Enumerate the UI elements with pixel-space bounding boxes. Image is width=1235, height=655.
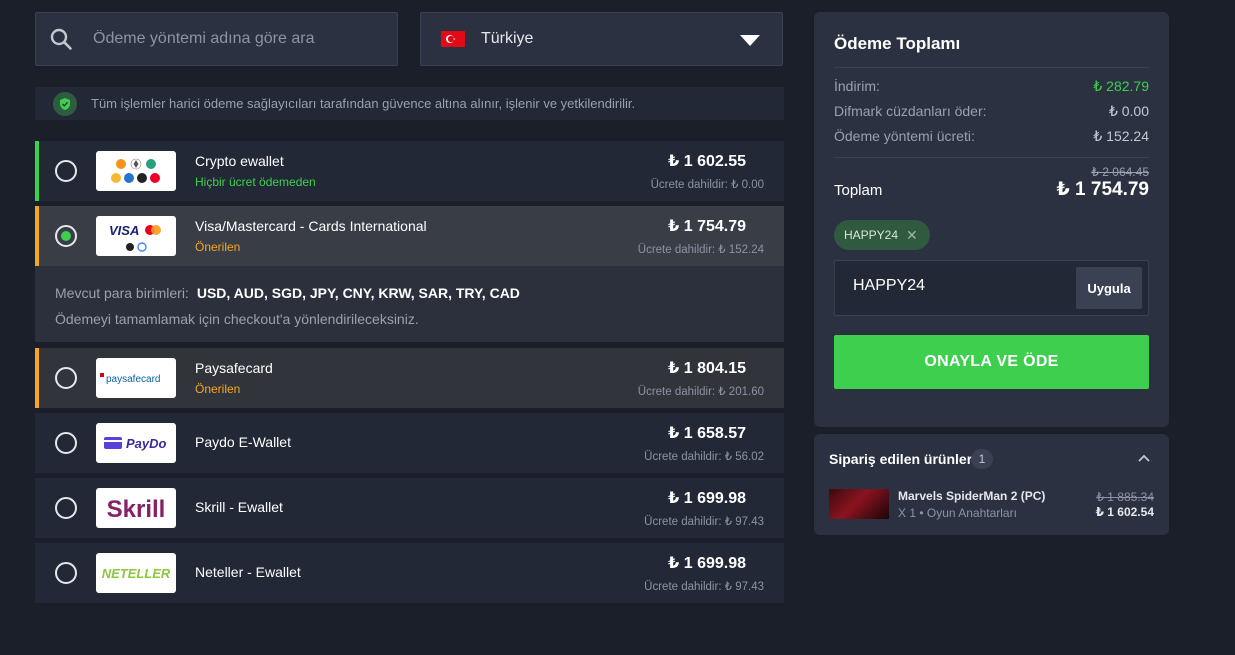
summary-title: Ödeme Toplamı bbox=[834, 34, 961, 53]
radio-visa-mastercard[interactable] bbox=[55, 225, 77, 247]
row-accent bbox=[35, 348, 39, 408]
payment-price: ₺ 1 754.79 bbox=[668, 218, 746, 235]
payment-sub: Önerilen bbox=[195, 240, 241, 254]
discount-value: ₺ 282.79 bbox=[1093, 78, 1149, 94]
payment-price: ₺ 1 804.15 bbox=[668, 360, 746, 377]
method-fee-label: Ödeme yöntemi ücreti: bbox=[834, 128, 975, 144]
paysafecard-logo: paysafecard bbox=[96, 358, 176, 398]
paydo-icon: PayDo bbox=[104, 436, 167, 451]
country-select[interactable]: Türkiye bbox=[420, 12, 783, 66]
payment-name: Crypto ewallet bbox=[195, 153, 284, 169]
skrill-icon: Skrill bbox=[107, 496, 166, 523]
method-fee-value: ₺ 152.24 bbox=[1093, 128, 1149, 144]
payment-details-panel: Mevcut para birimleri: USD, AUD, SGD, JPY… bbox=[35, 266, 784, 342]
payment-fee: Ücrete dahildir: ₺ 152.24 bbox=[637, 244, 764, 256]
currencies-label: Mevcut para birimleri: bbox=[55, 285, 189, 301]
apply-coupon-button[interactable]: Uygula bbox=[1076, 267, 1142, 309]
turkey-flag-icon bbox=[441, 31, 465, 47]
neteller-logo: NETELLER bbox=[96, 553, 176, 593]
row-accent bbox=[35, 206, 39, 266]
payment-name: Paysafecard bbox=[195, 360, 273, 376]
total-label: Toplam bbox=[834, 182, 883, 199]
available-currencies: Mevcut para birimleri: USD, AUD, SGD, JPY… bbox=[55, 285, 520, 301]
radio-neteller[interactable] bbox=[55, 562, 77, 584]
payment-option-skrill[interactable]: Skrill Skrill - Ewallet ₺ 1 699.98 Ücret… bbox=[35, 478, 784, 538]
skrill-logo: Skrill bbox=[96, 488, 176, 528]
product-meta: X 1 • Oyun Anahtarları bbox=[898, 506, 1017, 520]
confirm-and-pay-button[interactable]: ONAYLA VE ÖDE bbox=[834, 335, 1149, 389]
notice-text: Tüm işlemler harici ödeme sağlayıcıları … bbox=[91, 96, 636, 111]
radio-skrill[interactable] bbox=[55, 497, 77, 519]
payment-search[interactable] bbox=[35, 12, 398, 66]
paydo-logo-text: PayDo bbox=[126, 436, 167, 451]
radio-paysafecard[interactable] bbox=[55, 367, 77, 389]
product-thumbnail bbox=[829, 489, 889, 519]
search-input[interactable] bbox=[93, 30, 353, 48]
coupon-input[interactable] bbox=[853, 277, 1073, 295]
payment-price: ₺ 1 602.55 bbox=[668, 153, 746, 170]
payment-name: Paydo E-Wallet bbox=[195, 434, 291, 450]
ordered-products: Sipariş edilen ürünler 1 Marvels SpiderM… bbox=[814, 434, 1169, 535]
wallet-label: Difmark cüzdanları öder: bbox=[834, 103, 987, 119]
applied-coupon-chip: HAPPY24 ✕ bbox=[834, 220, 930, 250]
card-brands-icon: VISA bbox=[109, 223, 161, 252]
payment-price: ₺ 1 699.98 bbox=[668, 555, 746, 572]
security-notice: Tüm işlemler harici ödeme sağlayıcıları … bbox=[35, 87, 784, 120]
chevron-down-icon bbox=[740, 35, 760, 46]
skrill-logo-text: Skrill bbox=[107, 496, 166, 523]
close-icon[interactable]: ✕ bbox=[906, 227, 918, 244]
shield-icon bbox=[53, 91, 77, 116]
crypto-coins-icon bbox=[111, 158, 160, 183]
orders-count-badge: 1 bbox=[971, 449, 993, 469]
country-label: Türkiye bbox=[481, 30, 534, 47]
paydo-logo: PayDo bbox=[96, 423, 176, 463]
neteller-icon: NETELLER bbox=[102, 566, 171, 581]
payment-fee: Ücrete dahildir: ₺ 0.00 bbox=[650, 179, 764, 191]
product-price: ₺ 1 602.54 bbox=[1095, 505, 1154, 519]
visa-logo-text: VISA bbox=[109, 223, 139, 238]
search-icon bbox=[50, 28, 72, 50]
payment-price: ₺ 1 699.98 bbox=[668, 490, 746, 507]
payment-fee: Ücrete dahildir: ₺ 97.43 bbox=[644, 516, 764, 528]
payment-sub: Hiçbir ücret ödemeden bbox=[195, 175, 316, 189]
orders-title: Sipariş edilen ürünler bbox=[829, 451, 973, 467]
payment-name: Neteller - Ewallet bbox=[195, 564, 301, 580]
wallet-value: ₺ 0.00 bbox=[1108, 103, 1149, 119]
payment-option-visa-mastercard[interactable]: VISA Visa/Mastercard - Cards Internation… bbox=[35, 206, 784, 266]
product-old-price: ₺ 1 885.34 bbox=[1096, 490, 1154, 504]
payment-option-crypto[interactable]: Crypto ewallet Hiçbir ücret ödemeden ₺ 1… bbox=[35, 141, 784, 201]
total-value: ₺ 1 754.79 bbox=[1056, 179, 1149, 200]
payment-summary: Ödeme Toplamı İndirim: ₺ 282.79 Difmark … bbox=[814, 12, 1169, 427]
coupon-chip-label: HAPPY24 bbox=[844, 228, 899, 242]
chevron-up-icon[interactable] bbox=[1137, 451, 1151, 465]
radio-paydo[interactable] bbox=[55, 432, 77, 454]
divider bbox=[834, 157, 1149, 158]
payment-fee: Ücrete dahildir: ₺ 97.43 bbox=[644, 581, 764, 593]
paysafecard-icon: paysafecard bbox=[100, 373, 160, 385]
divider bbox=[834, 67, 1149, 68]
discount-label: İndirim: bbox=[834, 78, 880, 94]
redirect-text: Ödemeyi tamamlamak için checkout'a yönle… bbox=[55, 311, 419, 327]
old-total: ₺ 2 064.45 bbox=[1091, 165, 1149, 179]
payment-option-neteller[interactable]: NETELLER Neteller - Ewallet ₺ 1 699.98 Ü… bbox=[35, 543, 784, 603]
neteller-logo-text: NETELLER bbox=[102, 566, 171, 581]
payment-fee: Ücrete dahildir: ₺ 56.02 bbox=[644, 451, 764, 463]
payment-sub: Önerilen bbox=[195, 382, 241, 396]
payment-name: Visa/Mastercard - Cards International bbox=[195, 218, 427, 234]
payment-price: ₺ 1 658.57 bbox=[668, 425, 746, 442]
payment-fee: Ücrete dahildir: ₺ 201.60 bbox=[637, 386, 764, 398]
payment-option-paydo[interactable]: PayDo Paydo E-Wallet ₺ 1 658.57 Ücrete d… bbox=[35, 413, 784, 473]
visa-mastercard-logo: VISA bbox=[96, 216, 176, 256]
payment-option-paysafecard[interactable]: paysafecard Paysafecard Önerilen ₺ 1 804… bbox=[35, 348, 784, 408]
currencies-list: USD, AUD, SGD, JPY, CNY, KRW, SAR, TRY, … bbox=[196, 285, 520, 301]
paysafecard-logo-text: paysafecard bbox=[106, 374, 160, 385]
payment-name: Skrill - Ewallet bbox=[195, 499, 283, 515]
product-name: Marvels SpiderMan 2 (PC) bbox=[898, 489, 1046, 503]
radio-crypto[interactable] bbox=[55, 160, 77, 182]
row-accent bbox=[35, 141, 39, 201]
crypto-logo bbox=[96, 151, 176, 191]
coupon-field: Uygula bbox=[834, 260, 1149, 316]
